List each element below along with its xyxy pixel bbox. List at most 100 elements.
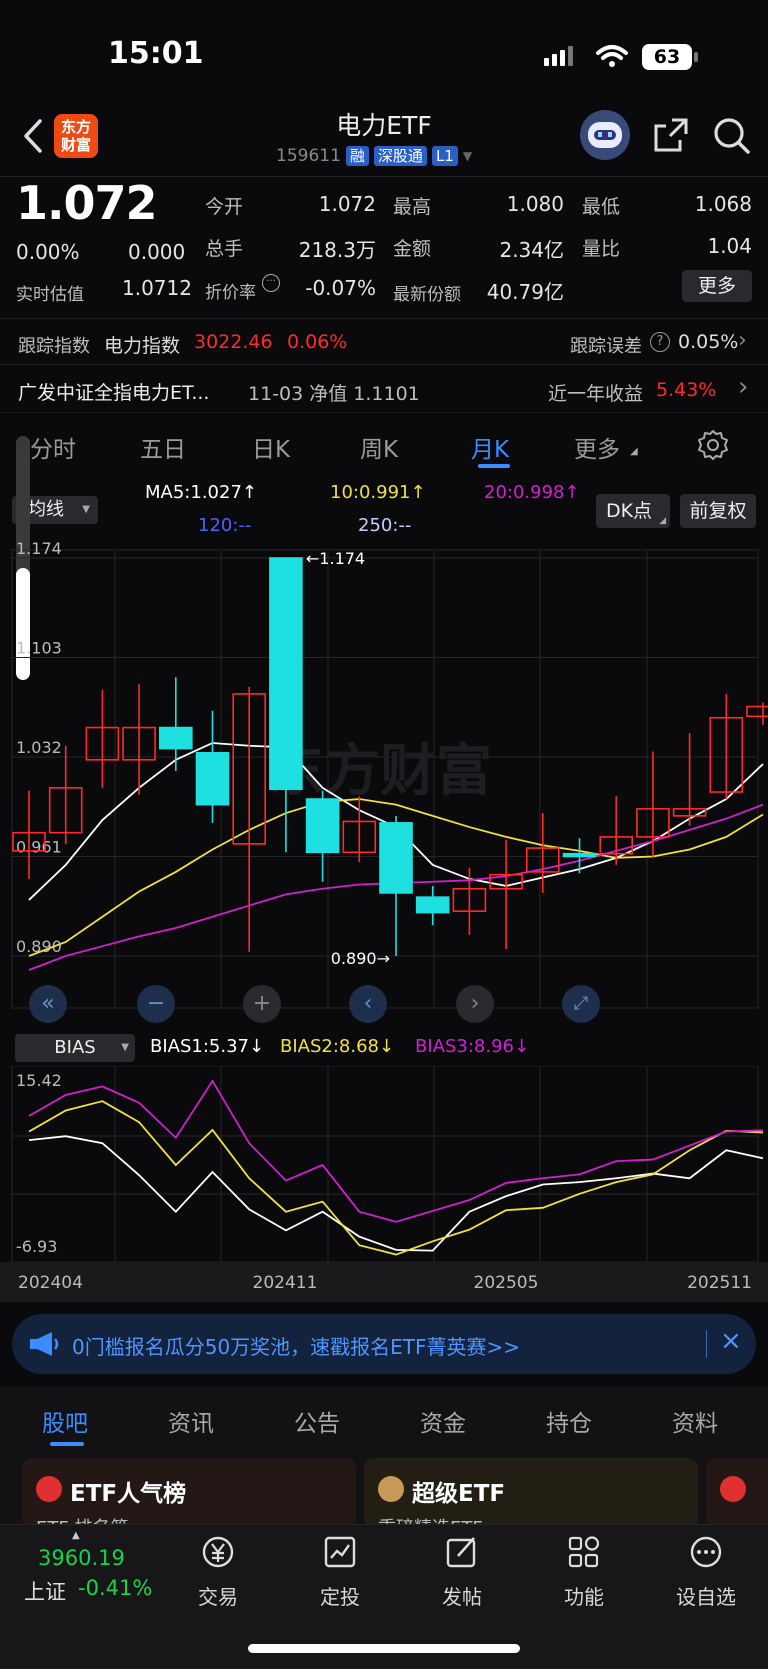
nav-post[interactable]: 发帖 xyxy=(412,1534,512,1610)
help-icon[interactable]: ? xyxy=(650,332,670,352)
nav-functions[interactable]: 功能 xyxy=(534,1534,634,1610)
caret-up-icon: ▲ xyxy=(72,1530,80,1541)
fullscreen-icon[interactable]: ⤢ xyxy=(562,985,600,1023)
x-axis: 202404 202411 202505 202511 xyxy=(0,1262,768,1302)
caret-icon: ◢ xyxy=(630,446,638,457)
tab-capital[interactable]: 资金 xyxy=(420,1404,466,1438)
scroll-right-button[interactable]: › xyxy=(456,985,494,1023)
indicator-selector-label: BIAS xyxy=(54,1037,96,1058)
battery-icon: 63 xyxy=(642,44,692,70)
candle-body xyxy=(159,726,193,750)
amount-value: 2.34亿 xyxy=(499,238,564,262)
tab-profile[interactable]: 资料 xyxy=(672,1404,718,1438)
tracking-index-value: 3022.46 xyxy=(194,331,273,353)
nav-add-watchlist[interactable]: 设自选 xyxy=(656,1534,756,1610)
info-circle-icon[interactable]: ··· xyxy=(262,274,280,292)
ma5-value: MA5:1.027↑ xyxy=(145,482,257,503)
scroll-left-double-icon[interactable]: « xyxy=(29,985,67,1023)
y-tick-label: 1.032 xyxy=(16,738,62,757)
high-label: 最高 xyxy=(393,196,432,218)
ranking-icon xyxy=(36,1476,62,1502)
battery-tip xyxy=(694,52,698,62)
change-percent: 0.00% xyxy=(16,240,80,264)
tab-more[interactable]: 更多 xyxy=(574,430,620,464)
tab-daily-k[interactable]: 日K xyxy=(252,430,290,464)
more-button[interactable]: 更多 xyxy=(682,270,752,302)
bias3-value: BIAS3:8.96↓ xyxy=(415,1036,530,1057)
x-tick-label: 202411 xyxy=(253,1273,318,1293)
chevron-right-icon[interactable]: › xyxy=(738,328,747,353)
chevron-down-icon: ▼ xyxy=(121,1042,129,1053)
last-price: 1.072 xyxy=(16,176,158,230)
dk-point-label: DK点 xyxy=(605,500,653,522)
x-tick-label: 202404 xyxy=(18,1273,83,1293)
indicator-selector[interactable]: BIAS ▼ xyxy=(15,1034,135,1062)
high-value: 1.080 xyxy=(506,192,564,216)
ma20-value: 20:0.998↑ xyxy=(484,482,580,503)
discount-label: 折价率 xyxy=(205,283,256,303)
search-icon[interactable] xyxy=(712,116,752,156)
signal-icon xyxy=(544,46,573,66)
close-icon[interactable]: × xyxy=(720,1326,742,1356)
iopv-label: 实时估值 xyxy=(16,285,84,305)
ma250-value: 250:-- xyxy=(358,515,412,536)
battery-level: 63 xyxy=(653,46,681,68)
one-year-return-label: 近一年收益 xyxy=(548,383,644,405)
zoom-in-button[interactable]: + xyxy=(243,985,281,1023)
footer-index-value[interactable]: 3960.19 xyxy=(38,1546,125,1570)
tab-holdings[interactable]: 持仓 xyxy=(546,1404,592,1438)
nav-trade[interactable]: 交易 xyxy=(168,1534,268,1610)
chevron-right-icon[interactable]: › xyxy=(738,372,748,402)
banner-divider xyxy=(706,1330,707,1358)
tab-news[interactable]: 资讯 xyxy=(168,1404,214,1438)
tracking-index-name[interactable]: 电力指数 xyxy=(104,331,180,358)
open-label: 今开 xyxy=(205,196,244,218)
zoom-out-button[interactable]: − xyxy=(137,985,175,1023)
chart-trend-icon xyxy=(324,1536,356,1568)
candle-body xyxy=(562,852,597,858)
bias1-value: BIAS1:5.37↓ xyxy=(150,1036,265,1057)
tab-announcement[interactable]: 公告 xyxy=(294,1404,340,1438)
volume-label: 总手 xyxy=(205,238,244,260)
max-price-label: ←1.174 xyxy=(306,549,365,568)
wifi-icon xyxy=(596,45,628,67)
x-tick-label: 202511 xyxy=(687,1273,752,1293)
settings-gear-icon[interactable] xyxy=(696,428,730,462)
tab-active-indicator xyxy=(478,464,510,468)
grid-icon xyxy=(568,1536,600,1568)
tab-five-day[interactable]: 五日 xyxy=(140,430,186,464)
bias2-value: BIAS2:8.68↓ xyxy=(280,1036,395,1057)
card-partial[interactable] xyxy=(706,1458,768,1528)
low-label: 最低 xyxy=(582,196,621,218)
tab-guba[interactable]: 股吧 xyxy=(42,1404,88,1438)
shares-label: 最新份额 xyxy=(393,285,461,305)
fund-name[interactable]: 广发中证全指电力ET... xyxy=(18,378,209,405)
nav-invest[interactable]: 定投 xyxy=(290,1534,390,1610)
tab-weekly-k[interactable]: 周K xyxy=(360,430,398,464)
dk-point-button[interactable]: DK点 ◢ xyxy=(596,494,670,528)
y-tick-label: 0.961 xyxy=(16,838,62,857)
ma-selector-label: 均线 xyxy=(28,499,64,520)
caret-icon: ◢ xyxy=(659,516,666,526)
tab-monthly-k[interactable]: 月K xyxy=(471,430,509,464)
forward-adjust-button[interactable]: 前复权 xyxy=(680,494,756,528)
card-etf-popularity[interactable]: ETF人气榜 ETF 排名第 xyxy=(22,1458,356,1528)
stock-code: 159611 xyxy=(276,146,341,166)
edit-icon xyxy=(446,1537,476,1568)
crown-icon xyxy=(378,1476,404,1502)
tab-intraday[interactable]: 分时 xyxy=(30,430,76,464)
tag-connect: 深股通 xyxy=(373,146,427,166)
low-value: 1.068 xyxy=(694,192,752,216)
chevron-down-icon: ▼ xyxy=(462,149,473,163)
scroll-left-button[interactable]: ‹ xyxy=(349,985,387,1023)
promo-banner[interactable]: 0门槛报名瓜分50万奖池，速戳报名ETF菁英赛>> × xyxy=(12,1314,756,1374)
card-super-etf[interactable]: 超级ETF 重磅精选ETF xyxy=(364,1458,698,1528)
k-line-chart[interactable]: 东方财富 1.1741.1031.0320.9610.890 ←1.1740.8… xyxy=(0,540,768,1030)
code-row[interactable]: 159611 融 深股通 L1 ▼ xyxy=(276,146,472,166)
bias-chart[interactable]: 15.42 -6.93 xyxy=(0,1066,768,1266)
share-icon[interactable] xyxy=(652,116,690,154)
status-time: 15:01 xyxy=(108,36,204,71)
open-value: 1.072 xyxy=(318,192,376,216)
bias-line-3 xyxy=(28,1079,764,1223)
robot-avatar-icon[interactable] xyxy=(580,110,630,160)
